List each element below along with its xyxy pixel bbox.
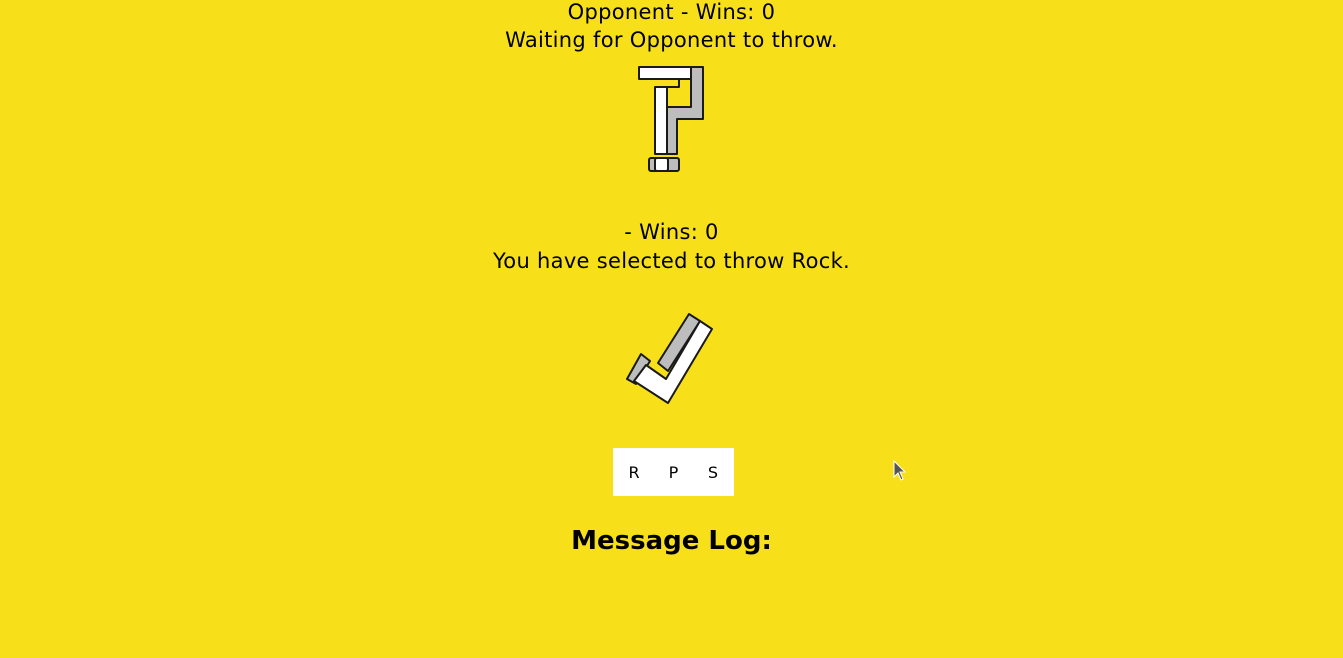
question-mark-icon: [637, 66, 704, 172]
game-page: Opponent - Wins: 0 Waiting for Opponent …: [0, 0, 1343, 658]
mouse-cursor-icon: [893, 460, 907, 481]
rock-button[interactable]: R: [627, 463, 641, 482]
message-log-title: Message Log:: [571, 526, 772, 556]
player-wins-label: - Wins: 0: [624, 220, 719, 244]
scissors-button[interactable]: S: [706, 463, 720, 482]
opponent-status-text: Waiting for Opponent to throw.: [505, 28, 838, 52]
opponent-wins-label: Opponent - Wins: 0: [567, 0, 776, 24]
opponent-throw-display: [0, 64, 1343, 174]
player-throw-display: [0, 311, 1343, 407]
throw-selector: R P S: [613, 448, 734, 496]
player-status-text: You have selected to throw Rock.: [492, 249, 851, 273]
checkmark-icon: [625, 313, 713, 404]
paper-button[interactable]: P: [667, 463, 681, 482]
